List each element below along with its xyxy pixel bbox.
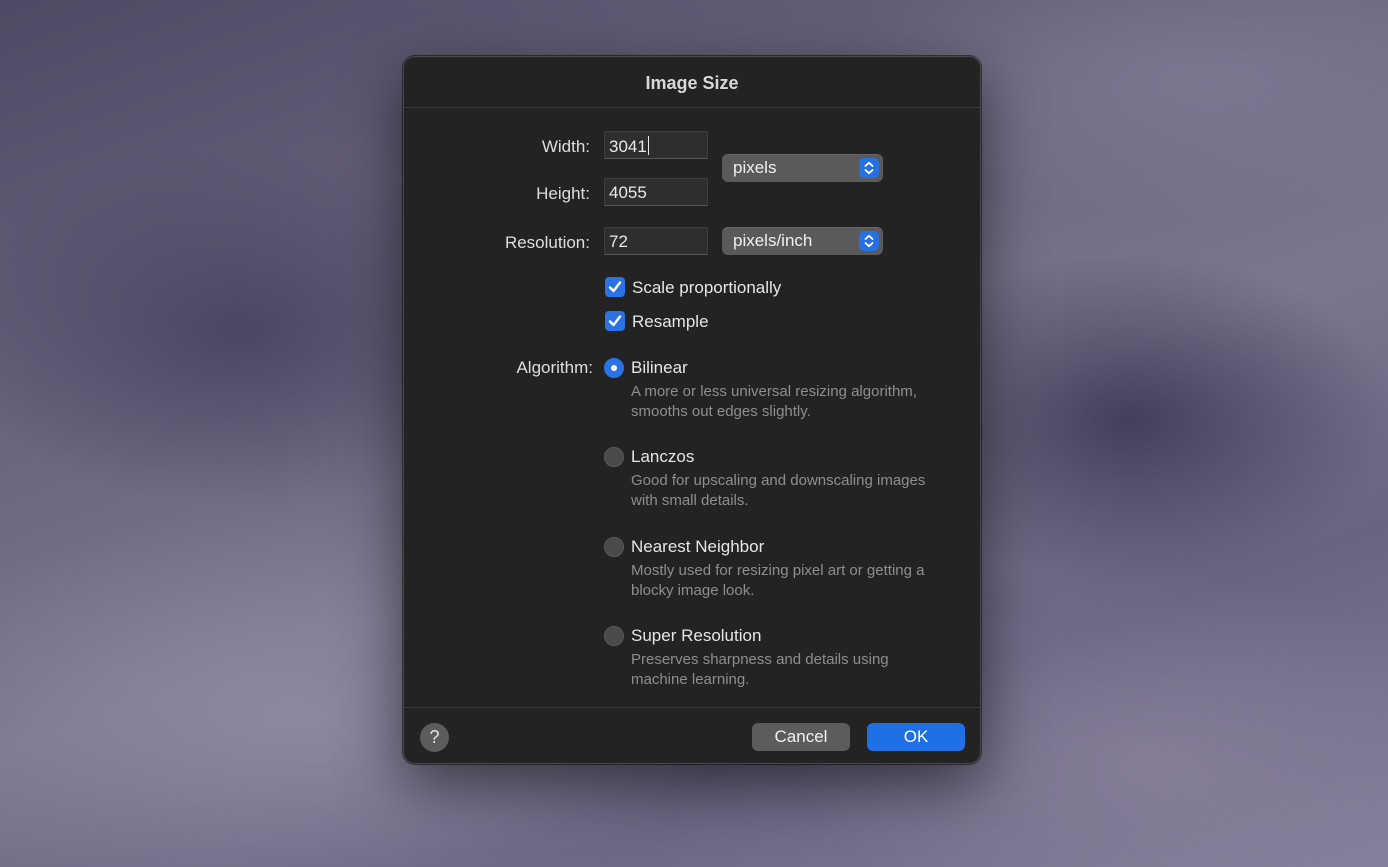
text-caret	[647, 136, 649, 155]
radio-bilinear-label[interactable]: Bilinear	[631, 358, 688, 378]
checkmark-icon	[608, 315, 622, 327]
radio-nearest-neighbor[interactable]	[604, 537, 624, 557]
radio-super-resolution[interactable]	[604, 626, 624, 646]
dialog-title: Image Size	[645, 73, 739, 93]
width-input[interactable]: 3041	[604, 131, 708, 159]
title-divider	[404, 107, 980, 108]
height-label: Height:	[536, 184, 590, 203]
resolution-input[interactable]: 72	[604, 227, 708, 255]
scale-proportionally-checkbox[interactable]	[605, 277, 625, 297]
algorithm-label: Algorithm:	[516, 358, 593, 377]
width-value: 3041	[609, 137, 647, 156]
width-label: Width:	[541, 137, 590, 156]
resolution-label: Resolution:	[504, 233, 590, 252]
radio-lanczos-label[interactable]: Lanczos	[631, 447, 694, 467]
resample-checkbox[interactable]	[605, 311, 625, 331]
cancel-button[interactable]: Cancel	[752, 723, 850, 751]
radio-super-resolution-label[interactable]: Super Resolution	[631, 626, 761, 646]
resolution-unit-select[interactable]: pixels/inch	[722, 227, 883, 255]
height-input[interactable]: 4055	[604, 178, 708, 206]
size-unit-select[interactable]: pixels	[722, 154, 883, 182]
chevron-updown-icon	[859, 158, 879, 178]
radio-nearest-neighbor-label[interactable]: Nearest Neighbor	[631, 537, 764, 557]
resolution-unit-value: pixels/inch	[733, 231, 813, 250]
ok-button[interactable]: OK	[867, 723, 965, 751]
radio-lanczos[interactable]	[604, 447, 624, 467]
size-unit-value: pixels	[733, 158, 777, 177]
radio-nearest-neighbor-description: Mostly used for resizing pixel art or ge…	[631, 562, 925, 599]
image-size-dialog: Image Size Width: 3041 Height: 4055 pixe…	[403, 56, 981, 764]
help-button[interactable]: ?	[420, 723, 449, 752]
scale-proportionally-label[interactable]: Scale proportionally	[632, 278, 781, 298]
radio-bilinear[interactable]	[604, 358, 624, 378]
footer-divider	[404, 707, 980, 708]
resample-label[interactable]: Resample	[632, 312, 709, 332]
radio-bilinear-description: A more or less universal resizing algori…	[631, 383, 917, 420]
radio-super-resolution-description: Preserves sharpness and details using ma…	[631, 651, 889, 688]
chevron-updown-icon	[859, 231, 879, 251]
radio-lanczos-description: Good for upscaling and downscaling image…	[631, 472, 926, 509]
checkmark-icon	[608, 281, 622, 293]
